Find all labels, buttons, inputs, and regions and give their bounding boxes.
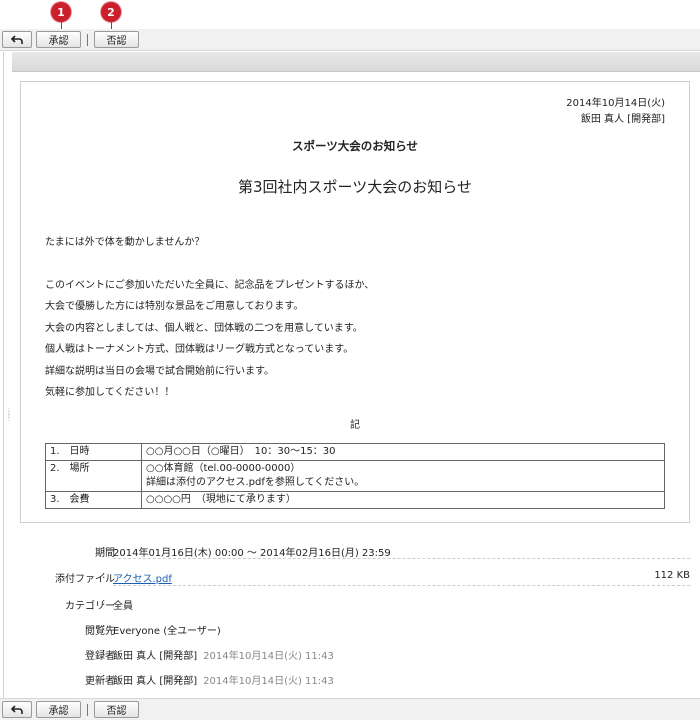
callout-1-badge: 1 — [51, 2, 71, 22]
toolbar-separator — [87, 703, 88, 716]
event-details-table: 1. 日時 ○○月○○日（○曜日） 10：30〜15：30 2. 場所 ○○体育… — [45, 443, 665, 509]
table-row: 3. 会費 ○○○○円 （現地にて承ります） — [45, 491, 665, 509]
table-key: 2. 場所 — [45, 460, 142, 492]
table-key: 1. 日時 — [45, 443, 142, 461]
document-date: 2014年10月14日(火) — [566, 98, 665, 109]
back-arrow-icon — [11, 34, 23, 44]
table-value-text: ○○○○円 （現地にて承ります） — [146, 494, 296, 505]
document-heading: 第3回社内スポーツ大会のお知らせ — [238, 178, 472, 196]
back-arrow-icon — [11, 704, 23, 714]
colon: : — [102, 672, 106, 683]
attachment-link[interactable]: アクセス.pdf — [113, 574, 172, 585]
reject-button[interactable]: 否認 — [94, 31, 139, 48]
top-toolbar: 承認 否認 — [0, 29, 700, 51]
registrant-time: 2014年10月14日(火) 11:43 — [203, 651, 334, 662]
attachment-size: 112 KB — [654, 570, 690, 581]
divider — [113, 558, 690, 559]
updater-value: 飯田 真人 [開発部] 2014年10月14日(火) 11:43 — [113, 672, 334, 687]
registrant-name: 飯田 真人 [開発部] — [113, 651, 198, 662]
body-line: 詳細な説明は当日の会場で試合開始前に行います。 — [45, 366, 274, 377]
body-line: このイベントにご参加いただいた全員に、記念品をプレゼントするほか、 — [45, 280, 375, 291]
back-button[interactable] — [2, 701, 32, 718]
callout-1-line — [61, 22, 62, 29]
divider — [113, 585, 690, 586]
toolbar-separator — [87, 33, 88, 46]
table-value: ○○月○○日（○曜日） 10：30〜15：30 — [141, 443, 665, 461]
attachment-value: アクセス.pdf — [113, 570, 172, 585]
greeting-text: たまには外で体を動かしませんか？ — [45, 237, 205, 248]
document-subject: スポーツ大会のお知らせ — [291, 139, 419, 153]
message-body: 2014年10月14日(火) 飯田 真人 [開発部] スポーツ大会のお知らせ 第… — [20, 81, 690, 523]
approve-button[interactable]: 承認 — [36, 701, 81, 718]
updater-label: 更新者 — [85, 676, 115, 687]
body-line: 大会の内容としましては、個人戦と、団体戦の二つを用意しています。 — [45, 323, 363, 334]
table-value-text: ○○月○○日（○曜日） 10：30〜15：30 — [146, 446, 336, 457]
viewers-label: 閲覧先 — [85, 626, 115, 637]
body-line: 個人戦はトーナメント方式、団体戦はリーグ戦方式となっています。 — [45, 344, 354, 355]
resize-grip-icon[interactable]: ⋮ ⋮ ⋮ — [5, 408, 13, 424]
table-value: ○○体育館（tel.00-0000-0000） 詳細は添付のアクセス.pdfを参照… — [141, 460, 665, 492]
registrant-value: 飯田 真人 [開発部] 2014年10月14日(火) 11:43 — [113, 647, 334, 662]
table-key: 3. 会費 — [45, 491, 142, 509]
updater-time: 2014年10月14日(火) 11:43 — [203, 676, 334, 687]
updater-name: 飯田 真人 [開発部] — [113, 676, 198, 687]
ki-mark: 記 — [350, 420, 360, 431]
table-row: 1. 日時 ○○月○○日（○曜日） 10：30〜15：30 — [45, 443, 665, 461]
document-author: 飯田 真人 [開発部] — [580, 114, 665, 125]
bottom-toolbar: 承認 否認 — [0, 698, 700, 720]
attachment-label: 添付ファイル — [55, 574, 115, 585]
table-value-note: 詳細は添付のアクセス.pdfを参照してください。 — [146, 477, 365, 488]
colon: : — [102, 544, 106, 555]
colon: : — [102, 597, 106, 608]
category-value: 全員 — [113, 601, 133, 612]
colon: : — [102, 570, 106, 581]
table-value-text: ○○体育館（tel.00-0000-0000） — [146, 463, 301, 474]
content-header-bar — [12, 52, 700, 72]
table-row: 2. 場所 ○○体育館（tel.00-0000-0000） 詳細は添付のアクセス.… — [45, 460, 665, 492]
colon: : — [102, 647, 106, 658]
table-value: ○○○○円 （現地にて承ります） — [141, 491, 665, 509]
colon: : — [102, 622, 106, 633]
viewers-value: Everyone (全ユーザー) — [113, 626, 221, 637]
callout-2-badge: 2 — [101, 2, 121, 22]
registrant-label: 登録者 — [85, 651, 115, 662]
callout-2-line — [111, 22, 112, 29]
period-value: 2014年01月16日(木) 00:00 〜 2014年02月16日(月) 23… — [113, 548, 391, 559]
body-line: 気軽に参加してください！！ — [45, 387, 175, 398]
body-line: 大会で優勝した方には特別な景品をご用意しております。 — [45, 301, 304, 312]
back-button[interactable] — [2, 31, 32, 48]
category-label: カテゴリー — [65, 601, 115, 612]
reject-button[interactable]: 否認 — [94, 701, 139, 718]
approve-button[interactable]: 承認 — [36, 31, 81, 48]
